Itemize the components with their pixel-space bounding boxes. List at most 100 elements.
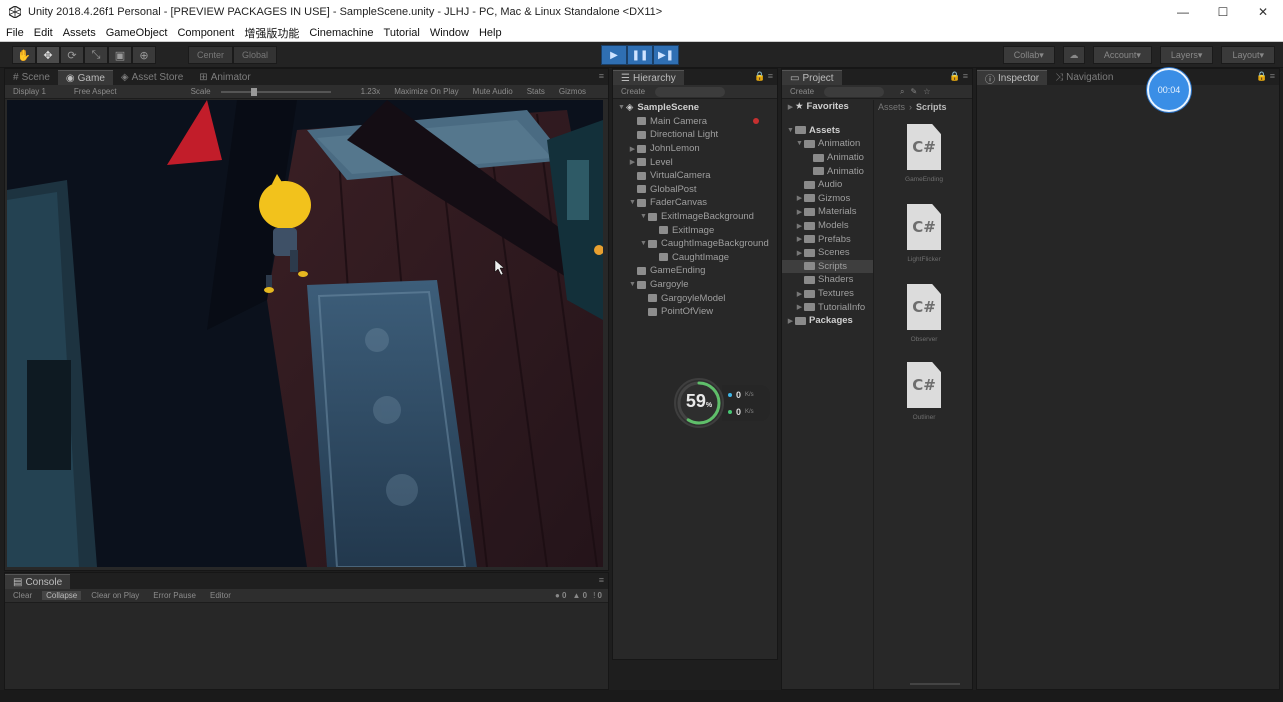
- collapse-toggle[interactable]: Collapse: [42, 591, 82, 600]
- menu-gameobject[interactable]: GameObject: [106, 27, 168, 39]
- chevron-right-icon[interactable]: ▶: [795, 222, 804, 230]
- chevron-right-icon[interactable]: ▶: [795, 303, 804, 311]
- error-pause-toggle[interactable]: Error Pause: [149, 591, 200, 600]
- tab-console[interactable]: ▤ Console: [5, 574, 71, 589]
- pivot-toggle[interactable]: Center: [188, 46, 234, 64]
- panel-menu-icon[interactable]: 🔒 ≡: [754, 71, 773, 82]
- stats-toggle[interactable]: Stats: [523, 87, 549, 96]
- hierarchy-item[interactable]: PointOfView: [613, 305, 777, 319]
- minimize-button[interactable]: —: [1163, 0, 1203, 24]
- hand-tool-icon[interactable]: ✋: [12, 46, 36, 64]
- game-viewport[interactable]: [7, 100, 603, 567]
- close-button[interactable]: ✕: [1243, 0, 1283, 24]
- breadcrumb-scripts[interactable]: Scripts: [916, 102, 947, 112]
- create-dropdown[interactable]: Create: [786, 87, 818, 96]
- menu-window[interactable]: Window: [430, 27, 469, 39]
- maximize-button[interactable]: ☐: [1203, 0, 1243, 24]
- hierarchy-item[interactable]: ExitImage: [613, 223, 777, 237]
- chevron-right-icon[interactable]: ▶: [795, 235, 804, 243]
- transform-tool-icon[interactable]: ⊕: [132, 46, 156, 64]
- collab-dropdown[interactable]: Collab ▾: [1002, 46, 1055, 64]
- label-icon[interactable]: ✎: [911, 87, 918, 96]
- clear-on-play-toggle[interactable]: Clear on Play: [87, 591, 143, 600]
- step-button[interactable]: ▶❚: [653, 45, 679, 65]
- chevron-down-icon[interactable]: ▼: [617, 104, 626, 111]
- scale-tool-icon[interactable]: ⤡: [84, 46, 108, 64]
- tab-inspector[interactable]: ⓘ Inspector: [977, 70, 1048, 86]
- project-folder-item[interactable]: ▶ Textures: [782, 287, 873, 301]
- chevron-right-icon[interactable]: ▶: [786, 103, 795, 111]
- layers-dropdown[interactable]: Layers ▾: [1159, 46, 1214, 64]
- mute-audio-toggle[interactable]: Mute Audio: [469, 87, 517, 96]
- aspect-dropdown[interactable]: Free Aspect: [70, 87, 121, 96]
- performance-widget[interactable]: 0 K/s 0 K/s 59%: [674, 378, 772, 428]
- hierarchy-item[interactable]: ▶ JohnLemon: [613, 142, 777, 156]
- script-asset[interactable]: C# Outliner: [894, 362, 954, 421]
- clear-button[interactable]: Clear: [9, 591, 36, 600]
- menu-tutorial[interactable]: Tutorial: [384, 27, 420, 39]
- project-folder-item[interactable]: ▶ Prefabs: [782, 232, 873, 246]
- hierarchy-item[interactable]: Main Camera: [613, 115, 777, 129]
- chevron-right-icon[interactable]: ▶: [795, 249, 804, 257]
- panel-menu-icon[interactable]: ≡: [599, 71, 604, 81]
- display-dropdown[interactable]: Display 1: [9, 87, 50, 96]
- pause-button[interactable]: ❚❚: [627, 45, 653, 65]
- layout-dropdown[interactable]: Layout ▾: [1221, 46, 1275, 64]
- project-folder-item[interactable]: ▶ Packages: [782, 314, 873, 328]
- warning-count[interactable]: ▲ 0: [572, 591, 587, 600]
- menu-component[interactable]: Component: [177, 27, 234, 39]
- project-folder-item[interactable]: ▶ Gizmos: [782, 192, 873, 206]
- maximize-on-play-toggle[interactable]: Maximize On Play: [390, 87, 462, 96]
- hierarchy-item[interactable]: ▶ Level: [613, 155, 777, 169]
- chevron-down-icon[interactable]: ▼: [639, 240, 648, 247]
- move-tool-icon[interactable]: ✥: [36, 46, 60, 64]
- tab-project[interactable]: ▭ Project: [782, 70, 842, 85]
- menu-file[interactable]: File: [6, 27, 24, 39]
- menu-assets[interactable]: Assets: [63, 27, 96, 39]
- play-button[interactable]: ▶: [601, 45, 627, 65]
- favorites-root[interactable]: ▶ ★ Favorites: [782, 100, 873, 114]
- project-folder-item[interactable]: Scripts: [782, 259, 873, 274]
- project-folder-item[interactable]: Animatio: [782, 151, 873, 165]
- panel-menu-icon[interactable]: 🔒 ≡: [949, 71, 968, 82]
- tab-navigation[interactable]: ⤨ Navigation: [1047, 70, 1121, 85]
- menu-enhanced[interactable]: 增强版功能: [244, 25, 299, 41]
- chevron-down-icon[interactable]: ▼: [795, 140, 804, 147]
- chevron-right-icon[interactable]: ▶: [795, 208, 804, 216]
- hierarchy-item[interactable]: GameEnding: [613, 264, 777, 278]
- create-dropdown[interactable]: Create: [617, 87, 649, 96]
- hierarchy-item[interactable]: VirtualCamera: [613, 169, 777, 183]
- script-asset[interactable]: C# GameEnding: [894, 124, 954, 183]
- project-folder-item[interactable]: Shaders: [782, 273, 873, 287]
- chevron-right-icon[interactable]: ▶: [628, 145, 637, 153]
- account-dropdown[interactable]: Account ▾: [1092, 46, 1152, 64]
- filter-icon[interactable]: ⌕: [900, 87, 904, 97]
- breadcrumb-assets[interactable]: Assets: [878, 102, 905, 112]
- project-folder-item[interactable]: ▶ Scenes: [782, 246, 873, 260]
- hierarchy-item[interactable]: ▼ ExitImageBackground: [613, 210, 777, 224]
- chevron-right-icon[interactable]: ▶: [628, 158, 637, 166]
- script-asset[interactable]: C# LightFlicker: [894, 204, 954, 263]
- hierarchy-item[interactable]: CaughtImage: [613, 251, 777, 265]
- editor-dropdown[interactable]: Editor: [206, 591, 235, 600]
- project-folder-item[interactable]: ▶ Materials: [782, 205, 873, 219]
- search-input[interactable]: [824, 86, 885, 97]
- scale-slider[interactable]: [220, 87, 331, 96]
- slider-thumb[interactable]: [250, 87, 257, 96]
- hierarchy-item[interactable]: Directional Light: [613, 128, 777, 142]
- project-folder-item[interactable]: Animatio: [782, 164, 873, 178]
- project-folder-item[interactable]: Audio: [782, 178, 873, 192]
- scene-root[interactable]: ▼ ◈ SampleScene: [613, 101, 777, 115]
- project-folder-item[interactable]: ▶ TutorialInfo: [782, 300, 873, 314]
- chevron-down-icon[interactable]: ▼: [639, 213, 648, 220]
- chevron-down-icon[interactable]: ▼: [786, 127, 795, 134]
- error-count[interactable]: ! 0: [593, 591, 602, 600]
- panel-menu-icon[interactable]: ≡: [599, 575, 604, 585]
- hierarchy-item[interactable]: GargoyleModel: [613, 291, 777, 305]
- tab-asset-store[interactable]: ◈ Asset Store: [113, 70, 191, 85]
- panel-menu-icon[interactable]: 🔒 ≡: [1256, 71, 1275, 82]
- tab-game[interactable]: ◉ Game: [57, 70, 113, 85]
- script-asset[interactable]: C# Observer: [894, 284, 954, 343]
- search-input[interactable]: [655, 86, 726, 97]
- rect-tool-icon[interactable]: ▣: [108, 46, 132, 64]
